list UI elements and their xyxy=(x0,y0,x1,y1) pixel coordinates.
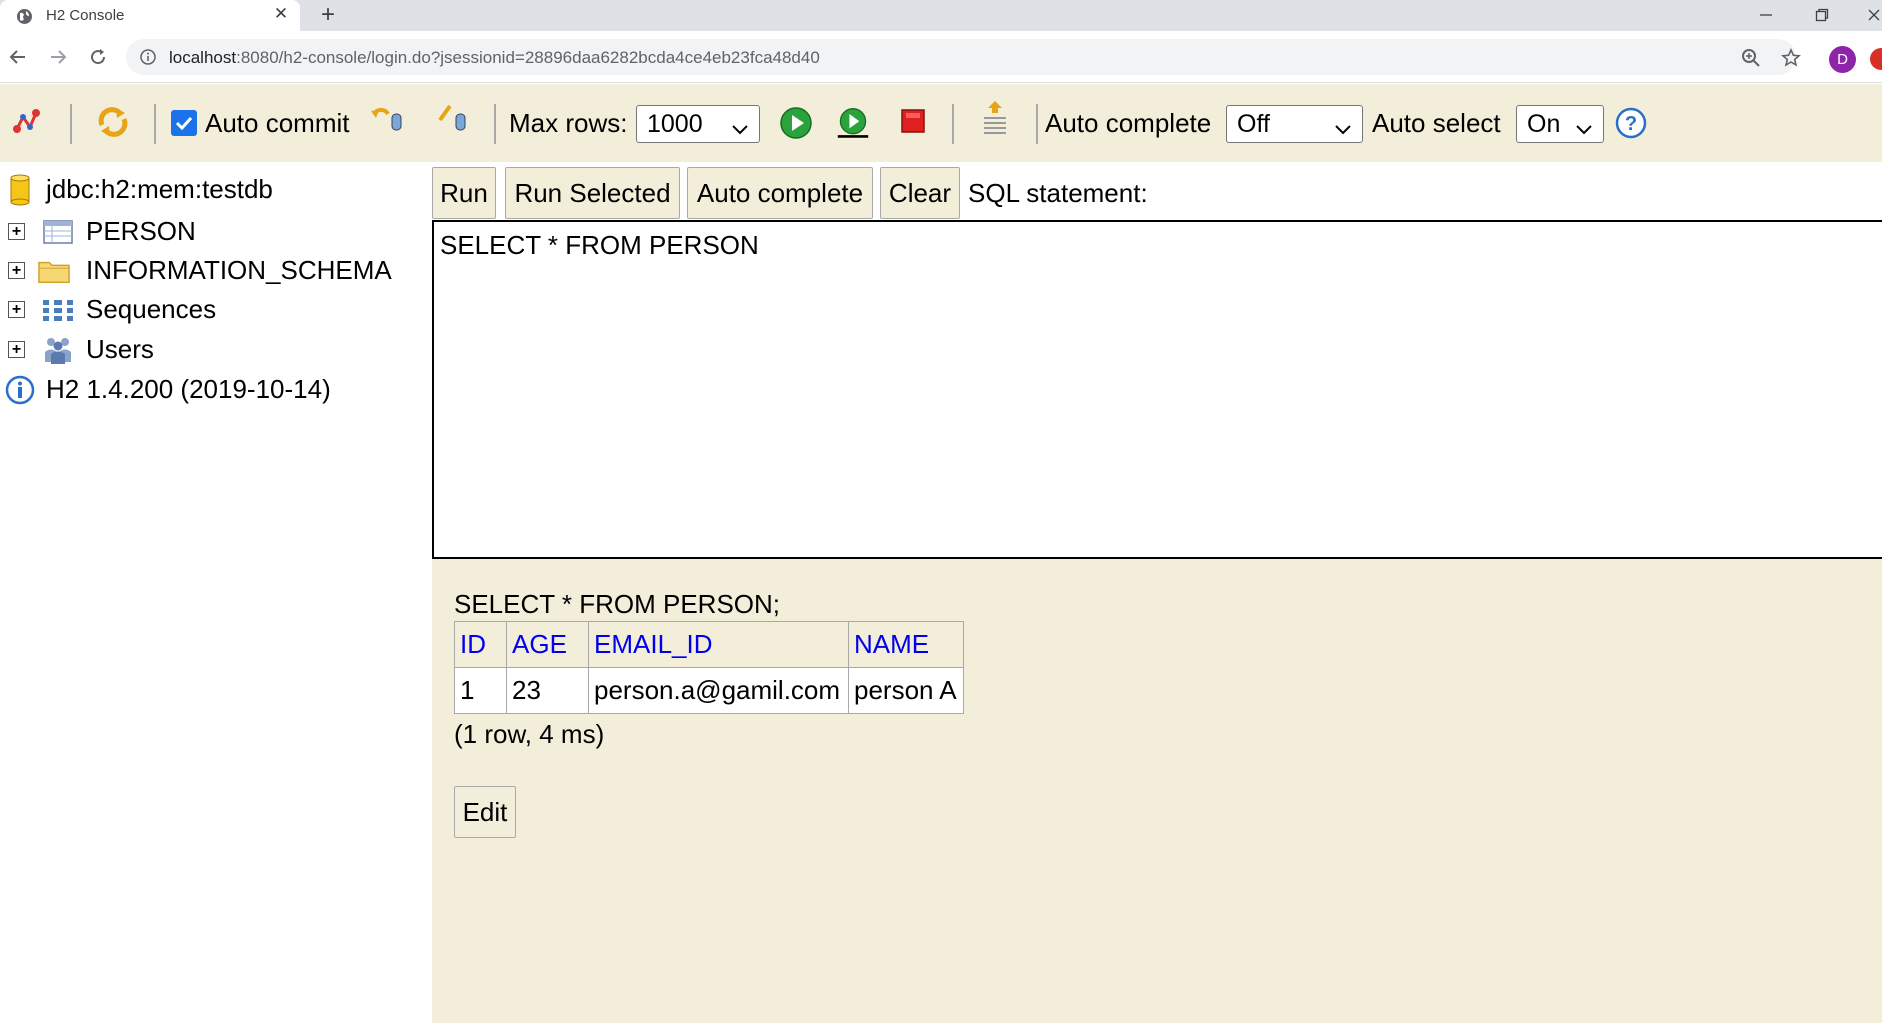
commit-icon[interactable] xyxy=(436,102,470,136)
sql-statement-label: SQL statement: xyxy=(968,178,1148,208)
result-statement: SELECT * FROM PERSON; xyxy=(454,589,781,619)
browser-tabstrip: H2 Console ✕ + xyxy=(0,0,1882,31)
browser-tab[interactable]: H2 Console ✕ xyxy=(0,0,300,31)
result-table: ID AGE EMAIL_ID NAME 1 23 person.a@gamil… xyxy=(454,621,964,714)
tab-title: H2 Console xyxy=(46,7,125,24)
h2-toolbar: Auto commit Max rows: 1000 Auto complete… xyxy=(0,84,1882,162)
auto-commit-checkbox[interactable] xyxy=(171,110,197,136)
history-icon[interactable] xyxy=(978,101,1012,136)
url-omnibox[interactable]: localhost:8080/h2-console/login.do?jsess… xyxy=(126,39,1801,75)
expand-icon[interactable]: + xyxy=(8,223,25,240)
tree-item-label: Users xyxy=(86,334,154,364)
tree-item-sequences[interactable]: + Sequences xyxy=(0,292,432,328)
profile-avatar[interactable]: D xyxy=(1829,46,1856,73)
new-tab-icon[interactable]: + xyxy=(316,1,340,28)
tree-version: H2 1.4.200 (2019-10-14) xyxy=(0,372,432,408)
expand-icon[interactable]: + xyxy=(8,301,25,318)
run-button[interactable]: Run xyxy=(432,167,496,219)
column-header-email-id[interactable]: EMAIL_ID xyxy=(588,621,849,668)
table-header-row: ID AGE EMAIL_ID NAME xyxy=(454,621,964,668)
run-icon[interactable] xyxy=(779,106,813,140)
folder-icon xyxy=(38,255,70,287)
tree-item-person[interactable]: + PERSON xyxy=(0,214,432,250)
refresh-icon[interactable] xyxy=(96,105,130,139)
auto-complete-select[interactable]: Off xyxy=(1226,105,1363,143)
url-text[interactable]: localhost:8080/h2-console/login.do?jsess… xyxy=(169,48,820,68)
auto-commit-label[interactable]: Auto commit xyxy=(205,108,350,139)
table-cell: person.a@gamil.com xyxy=(588,667,849,714)
tree-item-information-schema[interactable]: + INFORMATION_SCHEMA xyxy=(0,253,432,289)
auto-select-value: On xyxy=(1527,109,1561,138)
auto-select-select[interactable]: On xyxy=(1516,105,1604,143)
chevron-down-icon xyxy=(1575,116,1593,135)
disconnect-icon[interactable] xyxy=(10,105,44,139)
toolbar-separator xyxy=(154,104,156,144)
run-selected-button[interactable]: Run Selected xyxy=(505,167,680,219)
sequences-icon xyxy=(42,294,74,326)
auto-complete-button[interactable]: Auto complete xyxy=(687,167,873,219)
chevron-down-icon xyxy=(1334,116,1352,135)
max-rows-label: Max rows: xyxy=(509,108,628,138)
tree-item-users[interactable]: + Users xyxy=(0,332,432,368)
clear-button[interactable]: Clear xyxy=(880,167,960,219)
toolbar-separator xyxy=(1036,104,1038,144)
extension-icon[interactable] xyxy=(1870,48,1882,70)
tree-item-label: PERSON xyxy=(86,216,196,246)
restore-icon[interactable] xyxy=(1808,2,1836,28)
max-rows-select[interactable]: 1000 xyxy=(636,105,760,143)
bookmark-star-icon[interactable] xyxy=(1780,47,1802,69)
tree-item-label: INFORMATION_SCHEMA xyxy=(86,255,392,285)
zoom-icon[interactable] xyxy=(1740,47,1762,69)
info-icon[interactable] xyxy=(140,49,156,65)
database-icon xyxy=(4,174,36,206)
edit-button[interactable]: Edit xyxy=(454,786,516,838)
info-icon xyxy=(4,374,36,406)
schema-tree: jdbc:h2:mem:testdb + PERSON + INFORMATIO… xyxy=(0,162,432,1023)
svg-text:?: ? xyxy=(1625,113,1637,135)
table-cell: 23 xyxy=(506,667,589,714)
forward-arrow-icon[interactable] xyxy=(44,43,72,71)
expand-icon[interactable]: + xyxy=(8,341,25,358)
browser-address-bar: localhost:8080/h2-console/login.do?jsess… xyxy=(0,31,1882,83)
auto-complete-label: Auto complete xyxy=(1045,108,1212,138)
globe-icon xyxy=(16,8,33,25)
auto-complete-value: Off xyxy=(1237,109,1270,138)
tree-item-label: Sequences xyxy=(86,294,217,324)
table-icon xyxy=(42,216,74,248)
back-arrow-icon[interactable] xyxy=(4,43,32,71)
toolbar-separator xyxy=(70,104,72,144)
sql-textarea[interactable]: SELECT * FROM PERSON xyxy=(432,220,1882,559)
table-cell: person A xyxy=(848,667,964,714)
stop-icon[interactable] xyxy=(896,104,930,138)
help-icon[interactable]: ? xyxy=(1614,106,1648,140)
column-header-id[interactable]: ID xyxy=(454,621,507,668)
version-text: H2 1.4.200 (2019-10-14) xyxy=(46,374,331,404)
sql-text[interactable]: SELECT * FROM PERSON xyxy=(440,230,759,261)
chevron-down-icon xyxy=(731,116,749,135)
toolbar-separator xyxy=(494,104,496,144)
column-header-age[interactable]: AGE xyxy=(506,621,589,668)
max-rows-value: 1000 xyxy=(647,109,703,138)
rollback-icon[interactable] xyxy=(370,102,404,136)
minimize-icon[interactable] xyxy=(1752,2,1780,28)
results-panel: SELECT * FROM PERSON; ID AGE EMAIL_ID NA… xyxy=(432,559,1882,1023)
toolbar-separator xyxy=(952,104,954,144)
reload-icon[interactable] xyxy=(84,43,112,71)
close-window-icon[interactable] xyxy=(1860,2,1882,28)
run-selected-icon[interactable] xyxy=(836,106,870,140)
expand-icon[interactable]: + xyxy=(8,262,25,279)
column-header-name[interactable]: NAME xyxy=(848,621,964,668)
table-cell: 1 xyxy=(454,667,507,714)
auto-select-label: Auto select xyxy=(1372,108,1501,138)
close-tab-icon[interactable]: ✕ xyxy=(272,4,290,23)
table-row: 1 23 person.a@gamil.com person A xyxy=(454,667,964,714)
tree-connection[interactable]: jdbc:h2:mem:testdb xyxy=(0,172,432,208)
result-meta: (1 row, 4 ms) xyxy=(454,719,605,749)
connection-url: jdbc:h2:mem:testdb xyxy=(46,174,273,204)
users-icon xyxy=(42,334,74,366)
